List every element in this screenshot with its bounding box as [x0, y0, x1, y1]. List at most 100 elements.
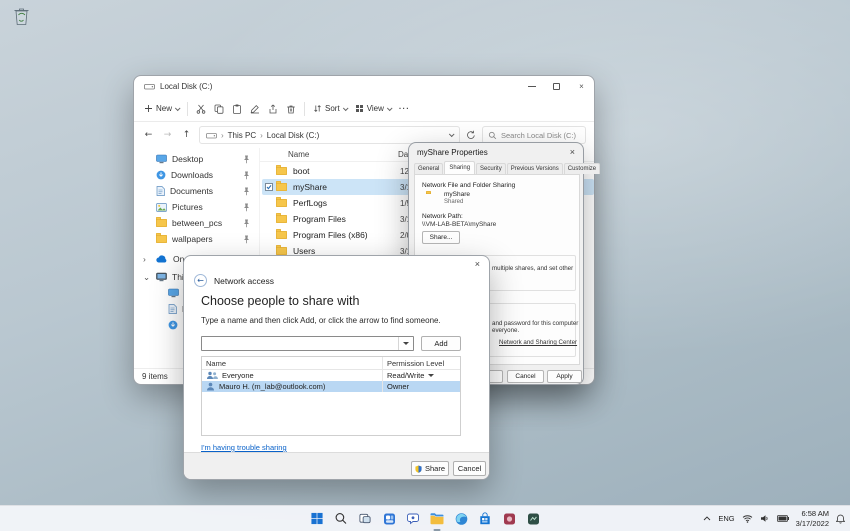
close-icon[interactable]: ×	[570, 147, 575, 157]
cancel-button[interactable]: Cancel	[453, 461, 486, 476]
up-button[interactable]: ↑	[180, 130, 193, 140]
desktop-icon	[168, 288, 179, 298]
folder-icon	[276, 215, 287, 223]
properties-titlebar[interactable]: myShare Properties ×	[409, 143, 583, 161]
sidebar-item-documents[interactable]: Documents	[134, 183, 259, 199]
table-row-everyone[interactable]: Everyone Read/Write	[202, 370, 460, 381]
sidebar-item-downloads[interactable]: Downloads	[134, 167, 259, 183]
sort-button[interactable]: Sort	[313, 104, 347, 113]
breadcrumb-current[interactable]: Local Disk (C:)	[267, 131, 319, 140]
chevron-down-icon	[387, 105, 393, 111]
explorer-titlebar[interactable]: Local Disk (C:) ×	[134, 76, 594, 96]
sidebar-item-wallpapers[interactable]: wallpapers	[134, 231, 259, 247]
store-icon[interactable]	[475, 508, 496, 529]
notification-bell-icon[interactable]	[836, 514, 845, 524]
delete-button[interactable]	[286, 104, 296, 114]
share-button[interactable]	[268, 104, 278, 114]
back-button[interactable]: ←	[194, 274, 207, 287]
pictures-icon	[156, 203, 167, 212]
copy-button[interactable]	[214, 104, 224, 114]
breadcrumb-this-pc[interactable]: This PC	[228, 131, 256, 140]
trouble-sharing-link[interactable]: I'm having trouble sharing	[201, 443, 287, 452]
pin-icon	[243, 171, 250, 180]
share-dialog-button[interactable]: Share...	[422, 231, 460, 244]
pin-icon	[243, 203, 250, 212]
refresh-button[interactable]	[466, 130, 476, 140]
column-name[interactable]: Name	[202, 359, 382, 368]
task-view-icon[interactable]	[355, 508, 376, 529]
edge-icon[interactable]	[451, 508, 472, 529]
document-icon	[156, 186, 165, 196]
address-history-chevron[interactable]	[449, 131, 455, 137]
people-combobox[interactable]	[201, 336, 414, 351]
clock[interactable]: 6:58 AM 3/17/2022	[796, 509, 829, 529]
tab-general[interactable]: General	[414, 163, 443, 174]
sidebar-item-pictures[interactable]: Pictures	[134, 199, 259, 215]
language-indicator[interactable]: ENG	[718, 514, 734, 523]
rename-button[interactable]	[250, 104, 260, 114]
command-bar: New Sort View ···	[134, 96, 594, 122]
cancel-button[interactable]: Cancel	[507, 370, 544, 383]
back-button[interactable]: ←	[142, 130, 155, 140]
view-grid-icon	[355, 104, 364, 113]
recycle-bin-icon[interactable]	[13, 6, 30, 26]
chevron-down-icon	[175, 105, 181, 111]
drive-icon	[144, 82, 155, 91]
forward-button[interactable]: →	[161, 130, 174, 140]
minimize-button[interactable]	[519, 76, 544, 96]
pinned-app-2-icon[interactable]	[523, 508, 544, 529]
sidebar-item-between-pcs[interactable]: between_pcs	[134, 215, 259, 231]
collapse-chevron-icon[interactable]: ⌄	[143, 269, 150, 285]
add-button[interactable]: Add	[421, 336, 461, 351]
battery-icon[interactable]	[777, 515, 789, 522]
file-explorer-icon[interactable]	[427, 508, 448, 529]
table-row-owner[interactable]: Mauro H. (m_lab@outlook.com) Owner	[202, 381, 460, 392]
column-permission-level[interactable]: Permission Level	[382, 357, 460, 369]
group-icon	[206, 371, 218, 380]
tab-previous-versions[interactable]: Previous Versions	[507, 163, 563, 174]
folder-icon	[276, 167, 287, 175]
network-sharing-center-link[interactable]: Network and Sharing Center	[499, 339, 577, 346]
permission-dropdown[interactable]: Read/Write	[382, 370, 460, 381]
network-access-titlebar[interactable]: ×	[184, 256, 489, 272]
new-button[interactable]: New	[144, 104, 179, 113]
tab-customize[interactable]: Customize	[564, 163, 600, 174]
volume-icon[interactable]	[760, 514, 770, 523]
properties-tabs: General Sharing Security Previous Versio…	[409, 161, 583, 174]
apply-button[interactable]: Apply	[547, 370, 582, 383]
shared-folder-name: myShare	[444, 191, 470, 198]
share-confirm-button[interactable]: Share	[411, 461, 449, 476]
maximize-button[interactable]	[544, 76, 569, 96]
search-input[interactable]	[501, 131, 580, 140]
chat-icon[interactable]	[403, 508, 424, 529]
dialog-heading: Choose people to share with	[201, 294, 359, 308]
tray-date: 3/17/2022	[796, 519, 829, 529]
close-icon[interactable]: ×	[475, 259, 480, 269]
tray-expand-icon[interactable]	[703, 516, 711, 521]
tab-security[interactable]: Security	[476, 163, 506, 174]
widgets-icon[interactable]	[379, 508, 400, 529]
folder-icon	[276, 183, 287, 191]
tab-sharing[interactable]: Sharing	[444, 161, 475, 174]
document-icon	[168, 304, 177, 314]
section-title: Network File and Folder Sharing	[422, 182, 515, 189]
close-button[interactable]: ×	[569, 76, 594, 96]
view-button[interactable]: View	[355, 104, 391, 113]
pinned-app-1-icon[interactable]	[499, 508, 520, 529]
combobox-dropdown-arrow[interactable]	[398, 337, 413, 350]
more-options-button[interactable]: ···	[399, 104, 410, 113]
people-combobox-input[interactable]	[202, 337, 398, 350]
person-icon	[206, 382, 215, 391]
start-button[interactable]	[307, 508, 328, 529]
pin-icon	[243, 235, 250, 244]
expand-chevron-icon[interactable]: ›	[143, 251, 146, 267]
sidebar-item-desktop[interactable]: Desktop	[134, 151, 259, 167]
network-path-label: Network Path:	[422, 213, 463, 220]
paste-button[interactable]	[232, 104, 242, 114]
cut-button[interactable]	[196, 104, 206, 114]
items-count: 9 items	[142, 372, 168, 381]
search-icon[interactable]	[331, 508, 352, 529]
wifi-icon[interactable]	[742, 514, 753, 523]
checkbox-checked-icon[interactable]	[265, 183, 273, 191]
column-header-name[interactable]: Name	[288, 150, 309, 159]
